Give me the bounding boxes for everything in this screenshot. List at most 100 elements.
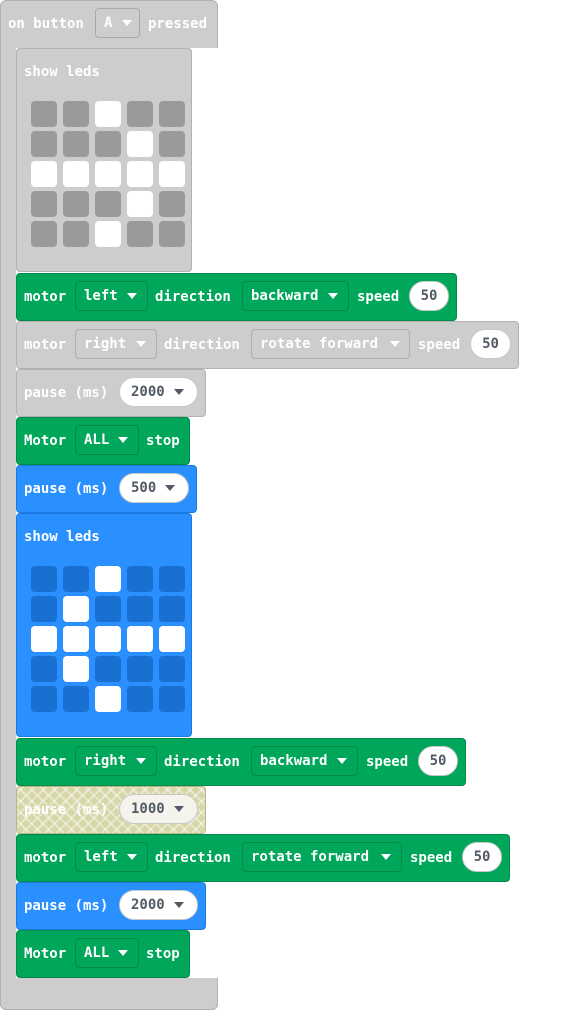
led-cell[interactable] bbox=[95, 596, 121, 622]
led-cell[interactable] bbox=[63, 566, 89, 592]
led-cell[interactable] bbox=[127, 191, 153, 217]
led-cell[interactable] bbox=[95, 686, 121, 712]
led-cell[interactable] bbox=[63, 626, 89, 652]
led-cell[interactable] bbox=[95, 626, 121, 652]
led-cell[interactable] bbox=[159, 656, 185, 682]
led-cell[interactable] bbox=[159, 161, 185, 187]
chevron-down-icon bbox=[390, 341, 400, 347]
stop-label: stop bbox=[146, 946, 180, 962]
speed-input[interactable]: 50 bbox=[462, 842, 502, 872]
pause-label: pause (ms) bbox=[24, 898, 109, 914]
led-cell[interactable] bbox=[31, 626, 57, 652]
speed-label: speed bbox=[366, 754, 409, 770]
speed-input[interactable]: 50 bbox=[418, 746, 458, 776]
led-cell[interactable] bbox=[95, 131, 121, 157]
pause-duration-value: 2000 bbox=[131, 384, 165, 400]
led-cell[interactable] bbox=[127, 656, 153, 682]
direction-dropdown[interactable]: rotate forward bbox=[242, 842, 402, 872]
chevron-down-icon bbox=[136, 758, 146, 764]
chevron-down-icon bbox=[136, 341, 146, 347]
speed-input[interactable]: 50 bbox=[409, 281, 449, 311]
led-cell[interactable] bbox=[31, 131, 57, 157]
chevron-down-icon bbox=[328, 293, 338, 299]
direction-value: backward bbox=[260, 753, 328, 769]
speed-value: 50 bbox=[420, 288, 438, 304]
led-cell[interactable] bbox=[159, 191, 185, 217]
led-cell[interactable] bbox=[63, 596, 89, 622]
led-cell[interactable] bbox=[127, 101, 153, 127]
led-cell[interactable] bbox=[63, 686, 89, 712]
motor-side-value: left bbox=[84, 849, 118, 865]
led-cell[interactable] bbox=[95, 191, 121, 217]
led-cell[interactable] bbox=[127, 626, 153, 652]
led-cell[interactable] bbox=[63, 101, 89, 127]
led-cell[interactable] bbox=[31, 161, 57, 187]
motor-side-dropdown[interactable]: left bbox=[75, 281, 148, 311]
direction-dropdown[interactable]: rotate forward bbox=[251, 329, 410, 359]
button-select-value: A bbox=[104, 15, 113, 31]
led-cell[interactable] bbox=[31, 101, 57, 127]
motor-label: motor bbox=[24, 337, 67, 353]
pause-duration-dropdown[interactable]: 2000 bbox=[119, 890, 198, 920]
led-cell[interactable] bbox=[127, 596, 153, 622]
chevron-down-icon bbox=[122, 20, 132, 26]
chevron-down-icon bbox=[174, 902, 184, 908]
pause-duration-dropdown[interactable]: 500 bbox=[119, 473, 189, 503]
led-cell[interactable] bbox=[63, 131, 89, 157]
led-cell[interactable] bbox=[159, 626, 185, 652]
chevron-down-icon bbox=[127, 293, 137, 299]
led-cell[interactable] bbox=[95, 101, 121, 127]
led-cell[interactable] bbox=[159, 221, 185, 247]
direction-value: rotate forward bbox=[251, 849, 370, 865]
pause-duration-dropdown[interactable]: 2000 bbox=[119, 377, 198, 407]
speed-input[interactable]: 50 bbox=[470, 329, 511, 359]
led-cell[interactable] bbox=[95, 221, 121, 247]
direction-label: direction bbox=[155, 850, 231, 866]
speed-label: speed bbox=[410, 850, 453, 866]
event-block-footer bbox=[0, 978, 218, 1010]
led-cell[interactable] bbox=[31, 566, 57, 592]
led-cell[interactable] bbox=[31, 596, 57, 622]
stop-label: stop bbox=[146, 433, 180, 449]
led-cell[interactable] bbox=[31, 656, 57, 682]
led-cell[interactable] bbox=[127, 686, 153, 712]
motor-target-dropdown[interactable]: ALL bbox=[75, 425, 139, 455]
led-cell[interactable] bbox=[63, 221, 89, 247]
pause-duration-dropdown[interactable]: 1000 bbox=[119, 794, 198, 824]
motor-side-value: right bbox=[84, 753, 127, 769]
led-cell[interactable] bbox=[159, 596, 185, 622]
led-cell[interactable] bbox=[159, 566, 185, 592]
motor-stop-label: Motor bbox=[24, 946, 67, 962]
pause-label: pause (ms) bbox=[24, 385, 109, 401]
button-select-dropdown[interactable]: A bbox=[95, 8, 140, 38]
pause-duration-value: 2000 bbox=[131, 897, 165, 913]
pause-label: pause (ms) bbox=[24, 802, 109, 818]
led-cell[interactable] bbox=[63, 656, 89, 682]
led-cell[interactable] bbox=[31, 686, 57, 712]
led-cell[interactable] bbox=[127, 221, 153, 247]
motor-side-dropdown[interactable]: left bbox=[75, 842, 148, 872]
direction-value: rotate forward bbox=[260, 336, 379, 352]
led-cell[interactable] bbox=[127, 566, 153, 592]
led-cell[interactable] bbox=[63, 161, 89, 187]
led-cell[interactable] bbox=[127, 131, 153, 157]
led-cell[interactable] bbox=[159, 686, 185, 712]
led-cell[interactable] bbox=[159, 131, 185, 157]
led-cell[interactable] bbox=[127, 161, 153, 187]
motor-target-dropdown[interactable]: ALL bbox=[75, 938, 139, 968]
speed-value: 50 bbox=[429, 753, 447, 769]
led-cell[interactable] bbox=[95, 656, 121, 682]
chevron-down-icon bbox=[381, 854, 391, 860]
led-cell[interactable] bbox=[31, 191, 57, 217]
led-cell[interactable] bbox=[95, 566, 121, 592]
direction-label: direction bbox=[155, 289, 231, 305]
led-cell[interactable] bbox=[95, 161, 121, 187]
pause-duration-value: 500 bbox=[131, 480, 157, 496]
motor-stop-label: Motor bbox=[24, 433, 67, 449]
motor-target-value: ALL bbox=[84, 432, 110, 448]
motor-label: motor bbox=[24, 754, 67, 770]
led-cell[interactable] bbox=[31, 221, 57, 247]
motor-label: motor bbox=[24, 289, 67, 305]
led-cell[interactable] bbox=[159, 101, 185, 127]
led-cell[interactable] bbox=[63, 191, 89, 217]
